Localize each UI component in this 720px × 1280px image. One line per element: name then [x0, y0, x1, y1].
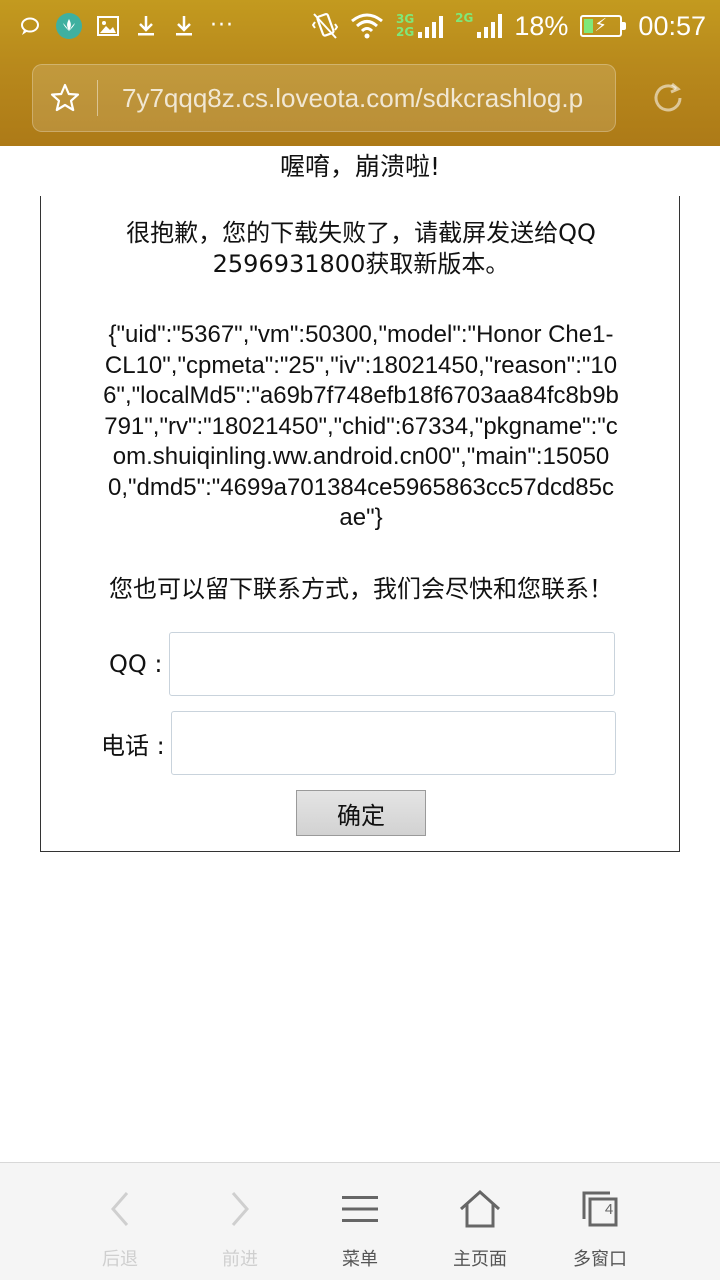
menu-icon — [338, 1187, 382, 1231]
submit-button[interactable]: 确定 — [296, 790, 426, 836]
forward-arrow-icon — [218, 1187, 262, 1231]
home-label: 主页面 — [453, 1249, 507, 1270]
crash-info-json: {"uid":"5367","vm":50300,"model":"Honor … — [103, 321, 619, 531]
home-icon — [458, 1187, 502, 1231]
network-type-label-right: 2G — [455, 11, 474, 25]
address-divider — [97, 80, 98, 116]
menu-button[interactable]: 菜单 — [300, 1163, 420, 1280]
download-icon — [172, 14, 196, 38]
windows-icon: 4 — [578, 1187, 622, 1231]
status-bar-system: 3G 2G 2G 18% ⚡ 00:57 — [311, 6, 706, 46]
network-type-label: 3G 2G — [396, 13, 414, 39]
window-count-badge: 4 — [604, 1201, 614, 1218]
image-icon — [96, 14, 120, 38]
qq-input[interactable] — [168, 632, 615, 696]
status-bar-notifications: ··· — [18, 10, 234, 42]
qq-row: QQ : — [109, 632, 615, 696]
huawei-app-icon — [56, 13, 82, 39]
back-button[interactable]: 后退 — [60, 1163, 180, 1280]
windows-button[interactable]: 4 多窗口 — [540, 1163, 660, 1280]
battery-percent: 18% — [514, 10, 569, 41]
crash-report-card: 很抱歉，您的下载失败了，请截屏发送给QQ 2596931800获取新版本。 {"… — [40, 196, 680, 852]
apology-message: 很抱歉，您的下载失败了，请截屏发送给QQ 2596931800获取新版本。 — [126, 219, 596, 278]
url-field[interactable]: 7y7qqq8z.cs.loveota.com/sdkcrashlog.p — [122, 83, 592, 114]
page-title: 喔唷，崩溃啦! — [279, 152, 441, 181]
reload-icon[interactable] — [644, 74, 692, 122]
more-dots-icon: ··· — [210, 13, 234, 38]
windows-label: 多窗口 — [573, 1249, 627, 1270]
wifi-icon — [350, 12, 384, 40]
download-icon — [134, 14, 158, 38]
browser-toolbar: 后退 前进 菜单 主页面 4 多窗口 — [0, 1162, 720, 1280]
star-icon[interactable] — [33, 65, 97, 131]
qq-label: QQ : — [109, 650, 163, 678]
battery-icon: ⚡ — [580, 15, 627, 37]
vibrate-icon — [311, 12, 339, 40]
signal-bars-icon — [418, 14, 444, 38]
chat-bubble-icon — [18, 14, 42, 38]
phone-input[interactable] — [170, 711, 616, 775]
address-bar[interactable]: 7y7qqq8z.cs.loveota.com/sdkcrashlog.p — [32, 64, 616, 132]
home-button[interactable]: 主页面 — [420, 1163, 540, 1280]
back-label: 后退 — [102, 1249, 138, 1270]
status-clock: 00:57 — [638, 10, 706, 41]
phone-label: 电话 : — [101, 731, 165, 760]
browser-chrome: ··· 3G 2G 2G 18% ⚡ 00:57 7y7qqq8z.cs.lov… — [0, 0, 720, 146]
forward-button[interactable]: 前进 — [180, 1163, 300, 1280]
signal-bars-icon — [477, 14, 503, 38]
phone-row: 电话 : — [101, 711, 616, 775]
network-2g-label: 2G — [395, 25, 415, 39]
back-arrow-icon — [98, 1187, 142, 1231]
menu-label: 菜单 — [342, 1249, 378, 1270]
forward-label: 前进 — [222, 1249, 258, 1270]
contact-note: 您也可以留下联系方式，我们会尽快和您联系！ — [109, 575, 613, 603]
status-bar: ··· 3G 2G 2G 18% ⚡ 00:57 — [0, 0, 720, 52]
